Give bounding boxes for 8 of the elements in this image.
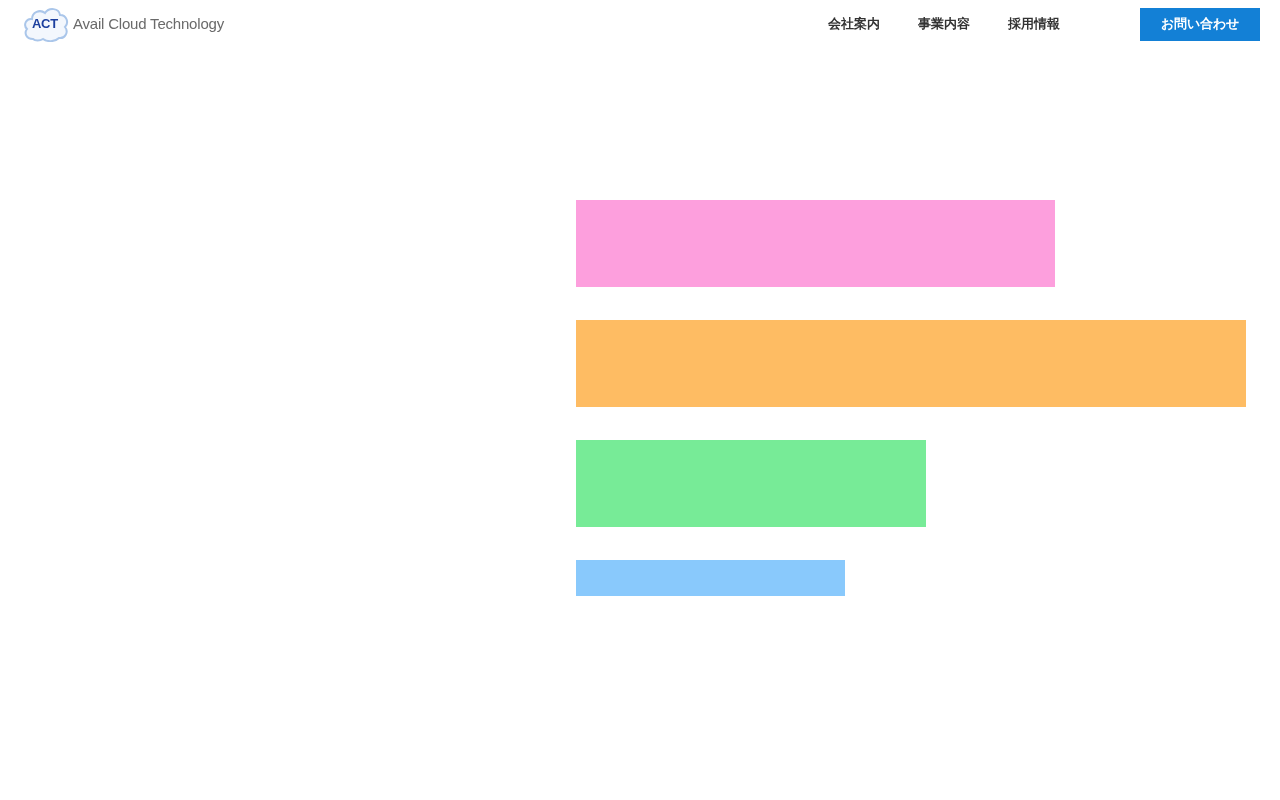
contact-button[interactable]: お問い合わせ (1140, 7, 1260, 41)
logo-link[interactable]: ACT Avail Cloud Technology (23, 6, 224, 42)
nav-link[interactable]: 事業内容 (918, 16, 970, 32)
cloud-icon (23, 6, 69, 42)
nav-link[interactable]: 会社案内 (828, 16, 880, 32)
logo-wordmark: Avail Cloud Technology (73, 15, 224, 33)
nav-link[interactable]: 採用情報 (1008, 16, 1060, 32)
logo-initials: ACT (32, 17, 58, 31)
